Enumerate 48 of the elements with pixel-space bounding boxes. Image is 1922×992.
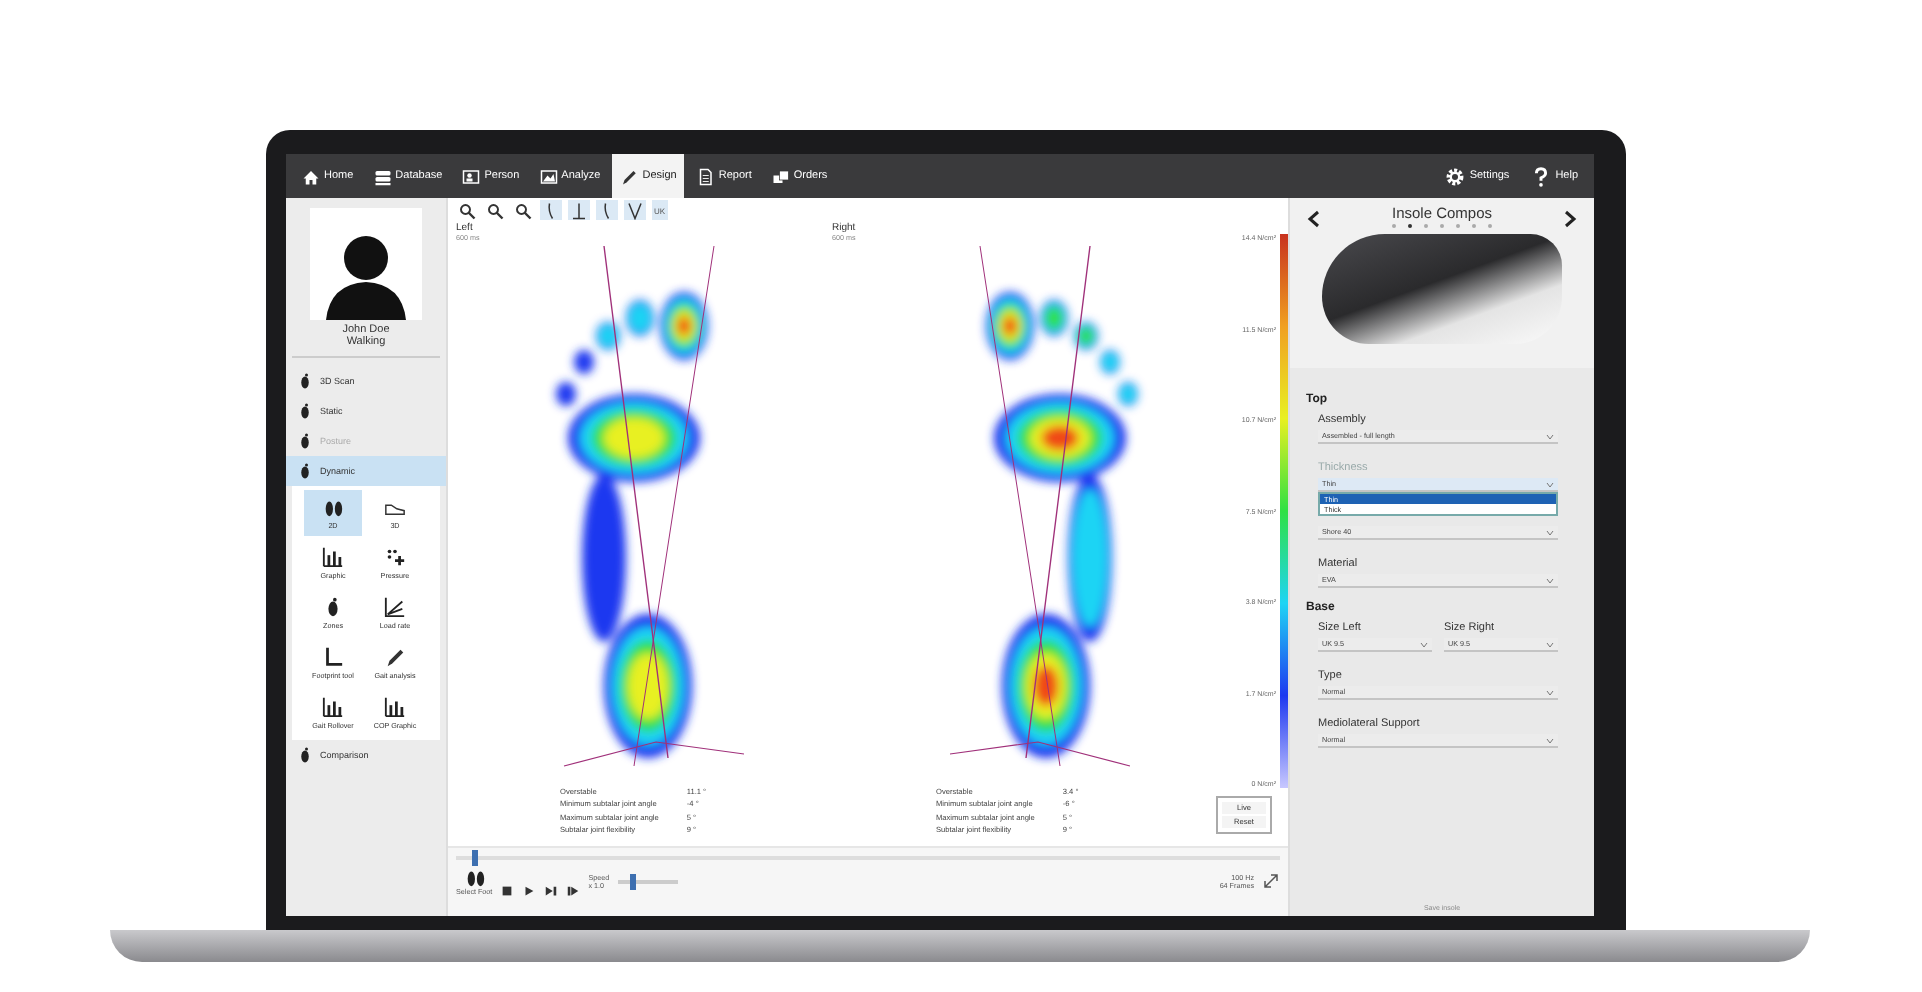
home-icon xyxy=(302,167,320,185)
tool-button[interactable] xyxy=(568,200,590,220)
caret-icon xyxy=(1420,641,1428,647)
figure-icon xyxy=(296,432,314,450)
caret-icon xyxy=(1546,689,1554,695)
feet-icon xyxy=(463,866,486,888)
grid-plus-icon xyxy=(384,546,406,568)
tool-button[interactable] xyxy=(540,200,562,220)
timeline-handle[interactable] xyxy=(472,850,479,866)
caret-icon xyxy=(1546,737,1554,743)
foot-icon xyxy=(322,596,344,618)
caret-icon xyxy=(1546,433,1554,439)
pen-icon xyxy=(384,646,406,668)
caret-icon xyxy=(1546,529,1554,535)
feet-icon xyxy=(322,496,344,518)
magnifier-icon xyxy=(514,201,532,219)
tool-button[interactable] xyxy=(624,200,646,220)
figure-icon xyxy=(296,402,314,420)
pencil-icon xyxy=(620,167,639,185)
magnifier-icon xyxy=(486,201,504,219)
document-icon xyxy=(696,167,715,185)
bar-chart-icon xyxy=(322,696,344,718)
line-graph-icon xyxy=(384,596,406,618)
settings-icon xyxy=(1443,165,1466,187)
angle-icon xyxy=(626,201,644,219)
help-icon xyxy=(1529,165,1552,187)
bar-chart-icon xyxy=(322,546,344,568)
picture-icon xyxy=(539,167,558,185)
zoom-button[interactable] xyxy=(512,200,534,220)
caret-icon xyxy=(1546,641,1554,647)
zoom-button[interactable] xyxy=(456,200,478,220)
figure-icon xyxy=(296,372,314,390)
bar-chart-icon xyxy=(384,696,406,718)
database-icon xyxy=(373,167,392,185)
avatar-placeholder xyxy=(310,208,422,320)
speed-handle[interactable] xyxy=(629,873,636,889)
expand-icon[interactable] xyxy=(1262,872,1280,890)
person-card-icon xyxy=(462,167,481,185)
caret-icon xyxy=(1546,481,1554,487)
caret-icon xyxy=(1546,577,1554,583)
figure-icon xyxy=(296,462,314,480)
magnifier-icon xyxy=(458,201,476,219)
tool-button[interactable] xyxy=(596,200,618,220)
boxes-icon xyxy=(771,167,790,185)
figure-icon xyxy=(296,746,314,764)
perpendicular-icon xyxy=(570,201,588,219)
zoom-button[interactable] xyxy=(484,200,506,220)
angle-icon xyxy=(322,646,344,668)
